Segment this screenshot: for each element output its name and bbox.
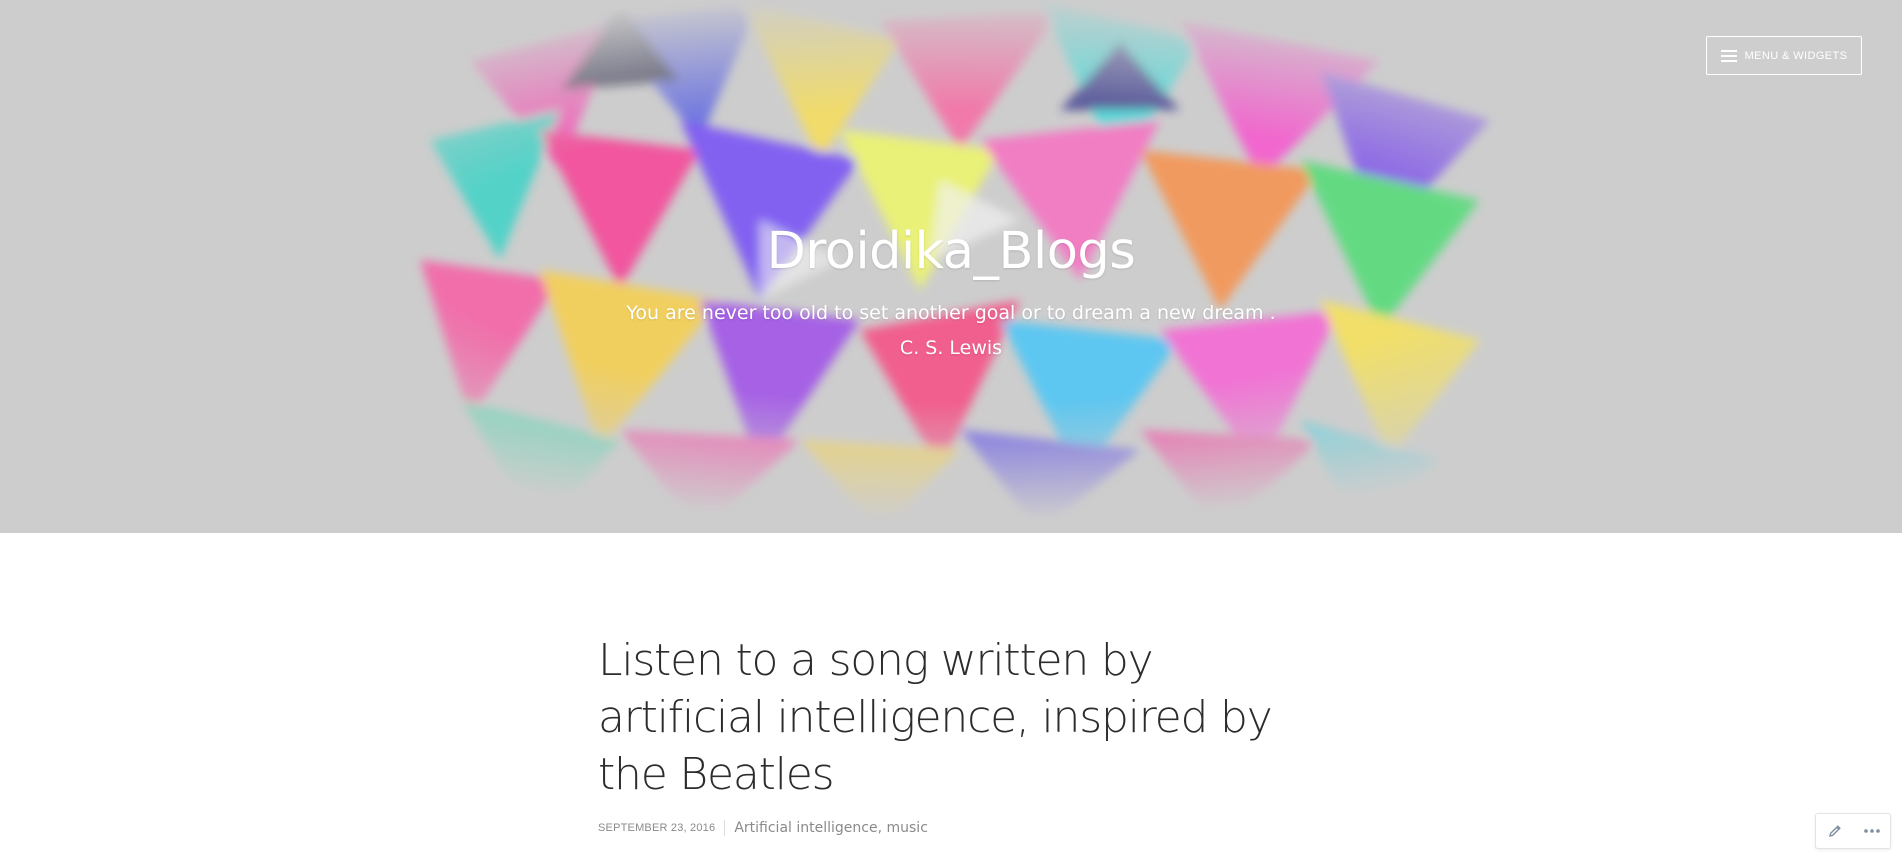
hamburger-menu-icon — [1720, 49, 1737, 62]
category-separator: , — [877, 820, 887, 836]
menu-widgets-label: MENU & WIDGETS — [1744, 49, 1848, 62]
floating-action-bar — [1815, 813, 1891, 849]
post-date[interactable]: SEPTEMBER 23, 2016 — [598, 822, 715, 834]
meta-divider — [724, 820, 726, 836]
post-meta: SEPTEMBER 23, 2016 Artificial intelligen… — [598, 820, 928, 836]
menu-widgets-button[interactable]: MENU & WIDGETS — [1706, 36, 1862, 75]
post-categories: Artificial intelligence, music — [734, 820, 928, 836]
pencil-icon[interactable] — [1822, 818, 1848, 844]
post-title[interactable]: Listen to a song written by artificial i… — [598, 632, 1318, 803]
ellipsis-icon[interactable] — [1859, 818, 1885, 844]
site-header: MENU & WIDGETS Droidika_Blogs You are ne… — [0, 0, 1902, 533]
category-link[interactable]: music — [887, 820, 928, 836]
site-tagline: You are never too old to set another goa… — [626, 302, 1276, 359]
site-title[interactable]: Droidika_Blogs — [0, 222, 1902, 281]
category-link[interactable]: Artificial intelligence — [734, 820, 877, 836]
